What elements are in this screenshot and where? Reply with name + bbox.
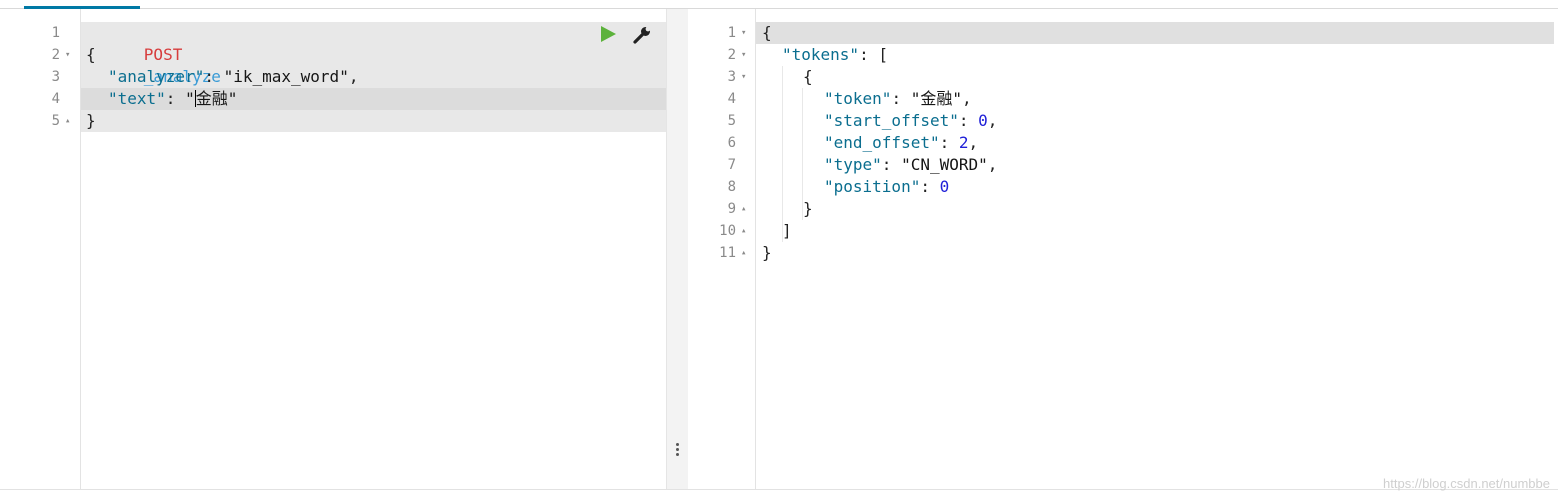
pane-resizer[interactable] [666,9,690,489]
code-line[interactable]: { [86,44,96,66]
line-number: 10 [719,223,736,239]
fold-toggle-icon[interactable]: ▴ [741,242,751,264]
code-line: "type": "CN_WORD", [824,154,997,176]
code-line: "tokens": [ [782,44,888,66]
indent-guide [782,66,783,242]
request-line[interactable]: POST _analyze [86,22,221,86]
fold-toggle-icon[interactable]: ▾ [741,66,751,88]
active-line-highlight [756,22,1554,44]
json-key: "analyzer" [108,67,205,86]
line-number: 6 [727,135,736,151]
resize-grip-icon[interactable] [676,443,680,458]
bottom-border [0,489,1558,490]
fold-toggle-icon[interactable]: ▾ [65,44,75,66]
code-line: "end_offset": 2, [824,132,978,154]
json-tail: , [961,89,972,108]
request-editor[interactable]: 1 2 ▾ 3 4 5 ▴ POST _analyze { "analyzer"… [24,9,666,489]
response-code[interactable]: { "tokens": [ { "token": "金融", "start_of… [756,22,1554,282]
code-line: ] [782,221,792,240]
wrench-icon[interactable] [632,25,652,45]
request-gutter: 1 2 ▾ 3 4 5 ▴ [24,9,81,489]
line-number: 5 [727,113,736,129]
json-key: "tokens" [782,45,860,64]
json-key: "token" [824,89,892,108]
fold-toggle-icon[interactable]: ▾ [741,44,751,66]
line-number: 7 [727,157,736,173]
http-method: POST [143,45,183,64]
json-tail: , [987,111,998,130]
line-number: 4 [51,91,60,107]
json-sep: : [891,89,911,108]
json-sep: : [881,155,902,174]
response-viewer[interactable]: 1 ▾ 2 ▾ 3 ▾ 4 5 6 7 8 9 ▴ 10 ▴ 11 ▴ { "t… [688,9,1554,489]
line-number: 2 [51,47,60,63]
request-code[interactable]: POST _analyze { "analyzer": "ik_max_word… [81,22,666,132]
json-tail: , [987,155,998,174]
json-tail: [ [878,45,888,64]
json-number: 2 [958,133,969,152]
code-line: { [762,23,772,42]
line-number: 8 [727,179,736,195]
fold-toggle-icon[interactable]: ▴ [65,110,75,132]
line-number: 1 [51,25,60,41]
json-value: "ik_max_word" [223,67,349,86]
json-value: 金融" [195,89,238,108]
watermark: https://blog.csdn.net/numbbe [1383,476,1550,491]
line-number: 5 [51,113,60,129]
code-line: } [762,243,772,262]
code-line[interactable]: "analyzer": "ik_max_word", [108,66,358,88]
line-number: 2 [727,47,736,63]
line-number: 1 [727,25,736,41]
code-line[interactable]: } [86,110,96,132]
json-key: "end_offset" [824,133,940,152]
line-number: 3 [727,69,736,85]
json-sep: : [939,133,959,152]
json-sep: : [859,45,879,64]
json-sep: : [920,177,940,196]
json-tail: , [968,133,979,152]
line-number: 3 [51,69,60,85]
code-line: } [803,199,813,218]
json-value-open: " [185,89,195,108]
code-line: { [803,67,813,86]
json-number: 0 [978,111,988,130]
json-sep: : [958,111,979,130]
code-line: "start_offset": 0, [824,110,997,132]
play-icon[interactable] [599,25,617,43]
json-key: "type" [824,155,882,174]
code-line: "token": "金融", [824,88,972,110]
fold-toggle-icon[interactable]: ▴ [741,220,751,242]
code-line[interactable]: "text": "金融" [108,88,237,110]
line-number: 11 [719,245,736,261]
code-line: "position": 0 [824,176,949,198]
json-value: "金融" [910,89,962,108]
json-sep: : [204,67,224,86]
json-number: 0 [939,177,950,196]
json-sep: : [165,89,186,108]
json-key: "position" [824,177,921,196]
line-number: 9 [727,201,736,217]
json-key: "text" [108,89,166,108]
json-value: "CN_WORD" [901,155,988,174]
json-key: "start_offset" [824,111,959,130]
fold-toggle-icon[interactable]: ▴ [741,198,751,220]
line-number: 4 [727,91,736,107]
json-tail: , [348,67,359,86]
fold-toggle-icon[interactable]: ▾ [741,22,751,44]
response-gutter: 1 ▾ 2 ▾ 3 ▾ 4 5 6 7 8 9 ▴ 10 ▴ 11 ▴ [688,9,756,489]
